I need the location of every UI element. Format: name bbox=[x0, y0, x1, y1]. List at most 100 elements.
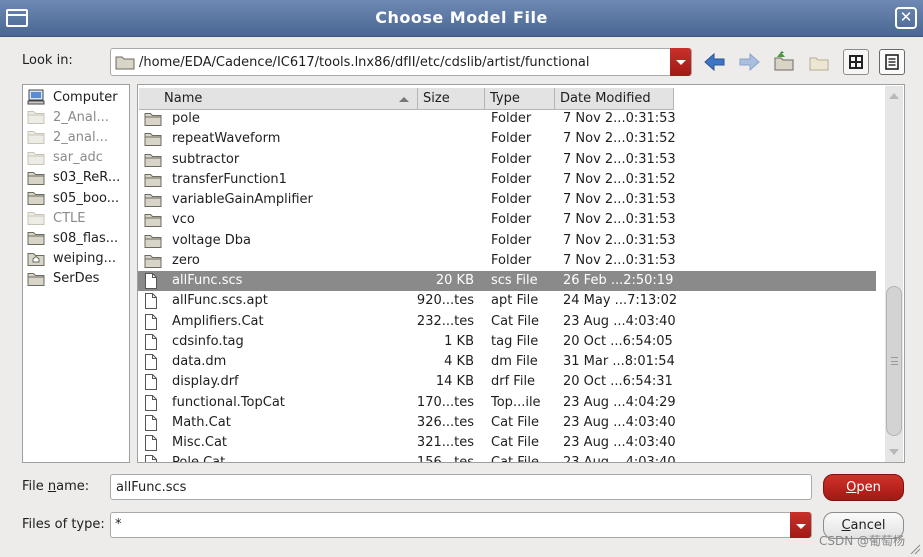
file-size: 321...tes bbox=[416, 435, 474, 450]
file-row[interactable]: functional.TopCat 170...tes Top...ile 23… bbox=[138, 393, 876, 413]
file-row[interactable]: allFunc.scs.apt 920...tes apt File 24 Ma… bbox=[138, 291, 876, 311]
column-size-label: Size bbox=[423, 91, 450, 106]
file-row[interactable]: vco Folder 7 Nov 2...0:31:53 bbox=[138, 210, 876, 230]
file-name: vco bbox=[172, 212, 195, 228]
column-header-date[interactable]: Date Modified bbox=[555, 88, 674, 110]
detail-view-icon bbox=[885, 54, 899, 70]
column-header-type[interactable]: Type bbox=[485, 88, 555, 110]
close-button[interactable]: ✕ bbox=[895, 7, 917, 29]
sidebar-item[interactable]: s05_boo... bbox=[27, 188, 119, 208]
file-row[interactable]: voltage Dba Folder 7 Nov 2...0:31:53 bbox=[138, 231, 876, 251]
sidebar-item[interactable]: 2_Anal... bbox=[27, 107, 109, 127]
file-date: 7 Nov 2...0:31:53 bbox=[563, 252, 676, 268]
file-size: 920...tes bbox=[416, 293, 474, 309]
sidebar-item[interactable]: CTLE bbox=[27, 208, 85, 228]
look-in-dropdown-arrow[interactable] bbox=[670, 48, 691, 76]
file-row[interactable]: cdsinfo.tag 1 KB tag File 20 Oct ...6:54… bbox=[138, 332, 876, 352]
column-header-name[interactable]: Name bbox=[139, 88, 418, 110]
file-date: 20 Oct ...6:54:05 bbox=[563, 333, 673, 349]
places-sidebar: Computer 2_Anal... 2_anal... sar_adc s03… bbox=[22, 84, 130, 463]
file-date: 24 May ...7:13:02 bbox=[563, 293, 678, 309]
file-row[interactable]: Pole.Cat 156...tes Cat File 23 Aug ...4:… bbox=[138, 453, 876, 462]
home-folder-icon bbox=[27, 252, 45, 266]
file-row[interactable]: zero Folder 7 Nov 2...0:31:53 bbox=[138, 251, 876, 271]
file-type: Cat File bbox=[491, 414, 540, 430]
sidebar-item-label: 2_anal... bbox=[53, 129, 108, 145]
scroll-down-icon[interactable] bbox=[886, 444, 902, 460]
file-name-input[interactable] bbox=[110, 474, 812, 500]
file-icon bbox=[145, 394, 157, 411]
file-type: Folder bbox=[491, 252, 532, 268]
folder-icon bbox=[27, 272, 45, 286]
file-icon bbox=[145, 333, 157, 350]
file-type: Folder bbox=[491, 192, 532, 207]
file-row[interactable]: Math.Cat 326...tes Cat File 23 Aug ...4:… bbox=[138, 413, 876, 433]
file-row[interactable]: data.dm 4 KB dm File 31 Mar ...8:01:54 bbox=[138, 352, 876, 372]
file-type: tag File bbox=[491, 333, 539, 349]
file-name: data.dm bbox=[172, 354, 227, 369]
sidebar-item-label: 2_Anal... bbox=[53, 109, 109, 125]
new-folder-icon[interactable] bbox=[806, 49, 832, 75]
sidebar-item[interactable]: SerDes bbox=[27, 269, 99, 289]
file-row[interactable]: display.drf 14 KB drf File 20 Oct ...6:5… bbox=[138, 372, 876, 392]
vertical-scrollbar[interactable] bbox=[885, 86, 903, 462]
file-name: voltage Dba bbox=[172, 232, 251, 248]
file-icon bbox=[145, 414, 157, 431]
up-folder-icon[interactable] bbox=[771, 49, 797, 75]
file-type-label: Files of type: bbox=[22, 517, 105, 532]
file-name: subtractor bbox=[172, 151, 240, 167]
file-row[interactable]: Amplifiers.Cat 232...tes Cat File 23 Aug… bbox=[138, 312, 876, 332]
file-row[interactable]: repeatWaveform Folder 7 Nov 2...0:31:52 bbox=[138, 129, 876, 149]
scroll-up-icon[interactable] bbox=[886, 88, 902, 104]
sidebar-item[interactable]: 2_anal... bbox=[27, 127, 108, 147]
open-button[interactable]: Open bbox=[823, 474, 904, 501]
watermark: CSDN @葡萄杨 bbox=[818, 534, 905, 548]
file-type: Folder bbox=[491, 131, 532, 147]
folder-icon bbox=[144, 133, 162, 147]
folder-icon bbox=[144, 153, 162, 167]
file-row[interactable]: Misc.Cat 321...tes Cat File 23 Aug ...4:… bbox=[138, 433, 876, 453]
folder-icon bbox=[144, 113, 162, 126]
list-view-button[interactable] bbox=[843, 49, 869, 75]
folder-icon bbox=[27, 212, 45, 226]
file-date: 7 Nov 2...0:31:53 bbox=[563, 111, 676, 126]
sidebar-item-label: s08_flas... bbox=[53, 230, 119, 246]
file-row[interactable]: transferFunction1 Folder 7 Nov 2...0:31:… bbox=[138, 170, 876, 190]
file-date: 7 Nov 2...0:31:52 bbox=[563, 131, 676, 147]
forward-arrow-icon[interactable] bbox=[736, 49, 762, 75]
file-row[interactable]: variableGainAmplifier Folder 7 Nov 2...0… bbox=[138, 190, 876, 210]
back-arrow-icon[interactable] bbox=[702, 49, 728, 75]
sidebar-item[interactable]: weiping... bbox=[27, 249, 116, 269]
folder-icon bbox=[144, 254, 162, 268]
folder-icon bbox=[27, 131, 45, 145]
column-header-size[interactable]: Size bbox=[418, 88, 485, 110]
look-in-combo[interactable]: /home/EDA/Cadence/IC617/tools.lnx86/dfII… bbox=[110, 48, 692, 76]
file-type-combo[interactable]: * bbox=[110, 512, 812, 538]
file-type-dropdown-arrow[interactable] bbox=[790, 512, 811, 538]
sidebar-item[interactable]: s08_flas... bbox=[27, 228, 118, 248]
sidebar-item[interactable]: Computer bbox=[27, 87, 118, 107]
file-name: variableGainAmplifier bbox=[172, 192, 313, 207]
file-name: Math.Cat bbox=[172, 414, 231, 430]
file-name: zero bbox=[172, 252, 200, 268]
window-title: Choose Model File bbox=[375, 8, 548, 27]
column-type-label: Type bbox=[490, 91, 520, 106]
sidebar-item[interactable]: s03_ReR... bbox=[27, 168, 120, 188]
file-row[interactable]: allFunc.scs 20 KB scs File 26 Feb ...2:5… bbox=[138, 271, 876, 291]
file-name: allFunc.scs.apt bbox=[172, 293, 268, 309]
grid-view-icon bbox=[849, 55, 863, 69]
detail-view-button[interactable] bbox=[879, 49, 905, 75]
sidebar-item-label: s05_boo... bbox=[53, 190, 120, 206]
file-row[interactable]: subtractor Folder 7 Nov 2...0:31:53 bbox=[138, 150, 876, 170]
file-row[interactable]: pole Folder 7 Nov 2...0:31:53 bbox=[138, 109, 876, 129]
file-date: 23 Aug ...4:04:29 bbox=[563, 394, 676, 410]
scrollbar-thumb[interactable] bbox=[886, 286, 902, 436]
sidebar-item[interactable]: sar_adc bbox=[27, 148, 103, 168]
file-name-label: File name: bbox=[22, 479, 90, 494]
file-size: 14 KB bbox=[435, 374, 474, 390]
resize-grip-icon[interactable] bbox=[909, 543, 921, 555]
file-date: 20 Oct ...6:54:31 bbox=[563, 374, 673, 390]
folder-icon bbox=[144, 214, 162, 228]
file-type: scs File bbox=[491, 273, 538, 288]
file-size: 326...tes bbox=[416, 414, 474, 430]
